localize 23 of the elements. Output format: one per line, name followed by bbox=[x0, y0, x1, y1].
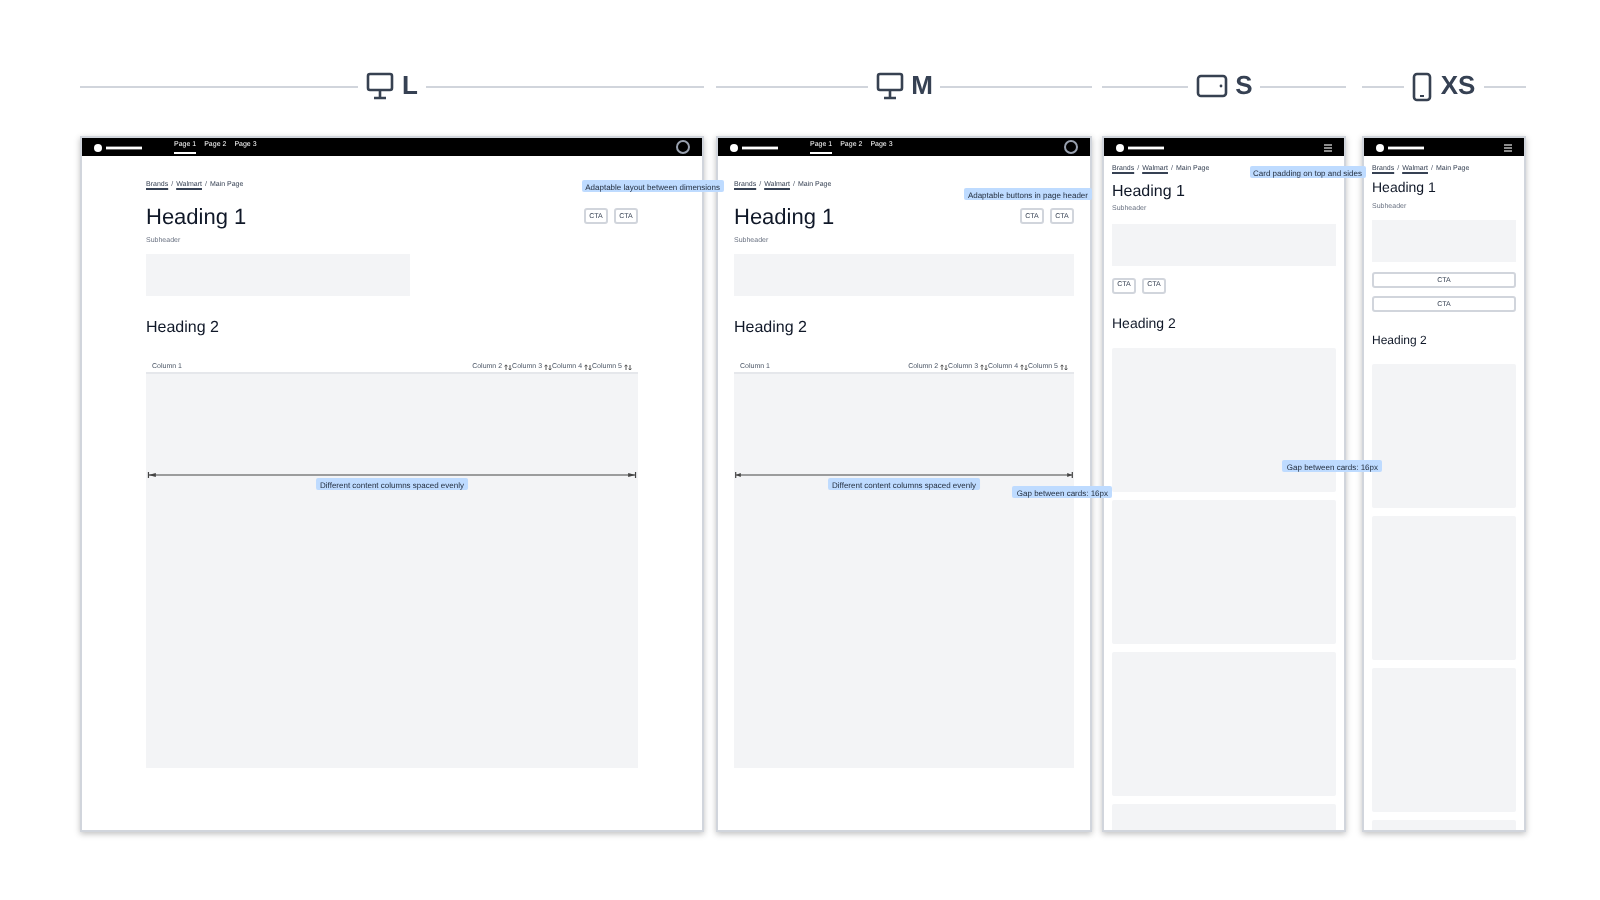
breakpoint-label: L bbox=[402, 68, 418, 105]
avatar-icon[interactable] bbox=[676, 140, 690, 154]
section-heading: Heading 2 bbox=[146, 316, 221, 341]
page-heading: Heading 1 bbox=[1112, 182, 1185, 203]
section-heading: Heading 2 bbox=[734, 316, 809, 341]
monitor-icon bbox=[875, 72, 904, 100]
width-arrow-icon bbox=[734, 472, 1074, 479]
logo-icon bbox=[1116, 143, 1164, 151]
avatar-icon[interactable] bbox=[1064, 140, 1078, 154]
menu-icon bbox=[1504, 143, 1512, 151]
logo-icon bbox=[94, 143, 142, 151]
breakpoint-label: M bbox=[911, 68, 933, 105]
page-heading: Heading 1 bbox=[146, 206, 247, 234]
breakpoint-label: XS bbox=[1440, 68, 1476, 105]
monitor-icon bbox=[366, 72, 395, 100]
breakpoint-label: S bbox=[1235, 68, 1253, 105]
tablet-icon bbox=[1195, 74, 1228, 98]
logo-icon bbox=[730, 143, 778, 151]
menu-icon bbox=[1324, 143, 1332, 151]
logo-icon bbox=[1376, 143, 1424, 151]
width-arrow-icon bbox=[146, 472, 638, 479]
phone-icon bbox=[1412, 71, 1433, 101]
page-heading: Heading 1 bbox=[734, 206, 835, 234]
